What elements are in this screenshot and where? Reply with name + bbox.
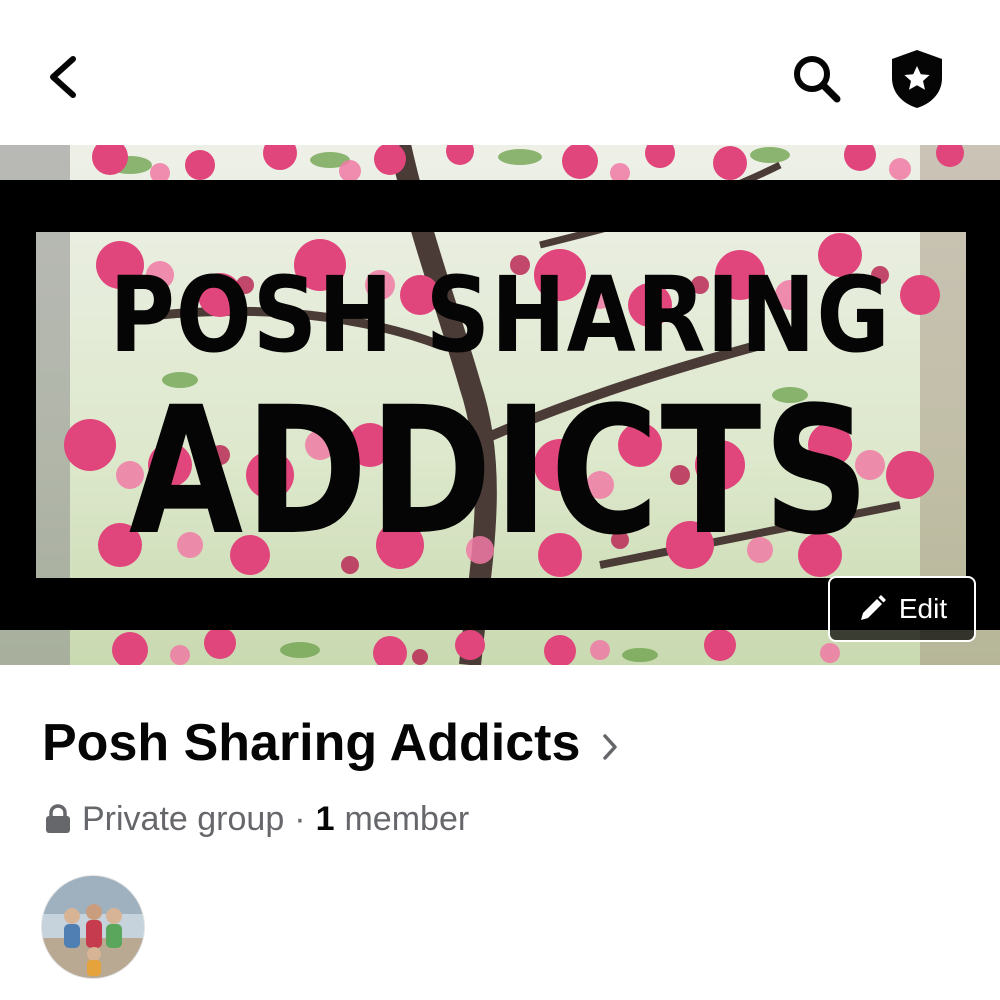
search-button[interactable] <box>788 50 846 108</box>
member-label: member <box>344 799 470 838</box>
cover-photo: POSH SHARING ADDICTS Edit <box>0 145 1000 665</box>
group-name-link[interactable]: Posh Sharing Addicts <box>42 708 618 778</box>
cover-frame-right <box>966 180 1000 630</box>
chevron-left-icon <box>50 56 76 98</box>
meta-separator: · <box>294 799 306 838</box>
cover-title-line-1: POSH SHARING <box>109 254 891 376</box>
edit-label: Edit <box>898 593 948 624</box>
back-button[interactable] <box>36 50 90 104</box>
shield-star-icon <box>892 50 942 108</box>
cover-title-line-2: ADDICTS <box>128 369 872 574</box>
lock-icon <box>44 804 72 834</box>
cover-frame-top <box>0 180 1000 232</box>
chevron-right-icon <box>602 733 618 761</box>
member-avatar[interactable] <box>42 876 144 978</box>
edit-cover-button[interactable]: Edit <box>828 576 976 642</box>
search-icon <box>794 56 841 103</box>
group-meta: Private group · 1 member <box>44 796 469 842</box>
member-count: 1 <box>315 799 335 838</box>
admin-tools-button[interactable] <box>886 48 948 110</box>
top-navigation-bar <box>0 0 1000 145</box>
pencil-icon <box>860 595 886 620</box>
group-name: Posh Sharing Addicts <box>42 714 581 772</box>
privacy-label: Private group <box>82 799 285 838</box>
avatar-photo <box>42 876 144 978</box>
cover-frame-left <box>0 180 36 630</box>
